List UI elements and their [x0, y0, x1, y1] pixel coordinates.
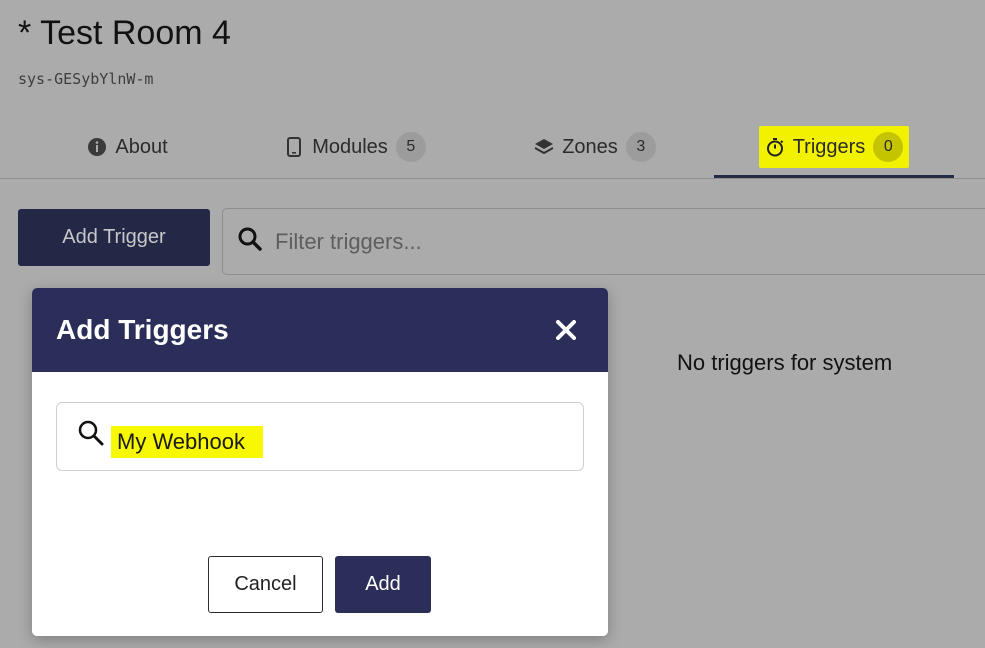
page-title: * Test Room 4	[18, 14, 231, 52]
tab-modules-label: Modules	[312, 135, 388, 158]
add-trigger-button[interactable]: Add Trigger	[18, 209, 210, 266]
trigger-search-value[interactable]: My Webhook	[111, 425, 263, 458]
stopwatch-icon	[765, 137, 785, 157]
tab-triggers-highlight: Triggers 0	[758, 126, 910, 168]
add-button[interactable]: Add	[335, 556, 431, 613]
tab-about-label: About	[115, 135, 168, 158]
add-triggers-dialog: Add Triggers My Webhook Cancel Add	[32, 288, 608, 636]
cancel-button[interactable]: Cancel	[208, 556, 323, 613]
tab-modules[interactable]: Modules 5	[270, 118, 440, 176]
close-icon	[556, 320, 576, 340]
phone-icon	[284, 137, 304, 157]
info-circle-icon	[87, 137, 107, 157]
close-button[interactable]	[548, 312, 584, 348]
zones-count-badge: 3	[625, 132, 656, 162]
dialog-title: Add Triggers	[56, 314, 229, 345]
filter-search	[222, 208, 985, 275]
dialog-header: Add Triggers	[32, 288, 608, 372]
empty-state-message: No triggers for system	[677, 350, 893, 375]
tab-triggers[interactable]: Triggers 0	[714, 118, 954, 178]
layers-icon	[534, 137, 554, 157]
tab-zones-label: Zones	[562, 135, 618, 158]
search-icon	[237, 226, 263, 257]
tab-zones[interactable]: Zones 3	[520, 118, 670, 176]
search-icon	[77, 419, 105, 447]
triggers-count-badge: 0	[873, 132, 904, 162]
tab-triggers-label: Triggers	[792, 135, 866, 158]
modules-count-badge: 5	[395, 132, 426, 162]
tab-bar: About Modules 5 Zones 3 Triggers 0	[0, 118, 985, 179]
system-id: sys-GESybYlnW-m	[18, 70, 154, 88]
filter-triggers-input[interactable]	[273, 227, 877, 256]
page: * Test Room 4 sys-GESybYlnW-m About Modu…	[0, 0, 985, 648]
tab-about[interactable]: About	[40, 118, 215, 176]
trigger-search-field[interactable]: My Webhook	[56, 402, 584, 471]
